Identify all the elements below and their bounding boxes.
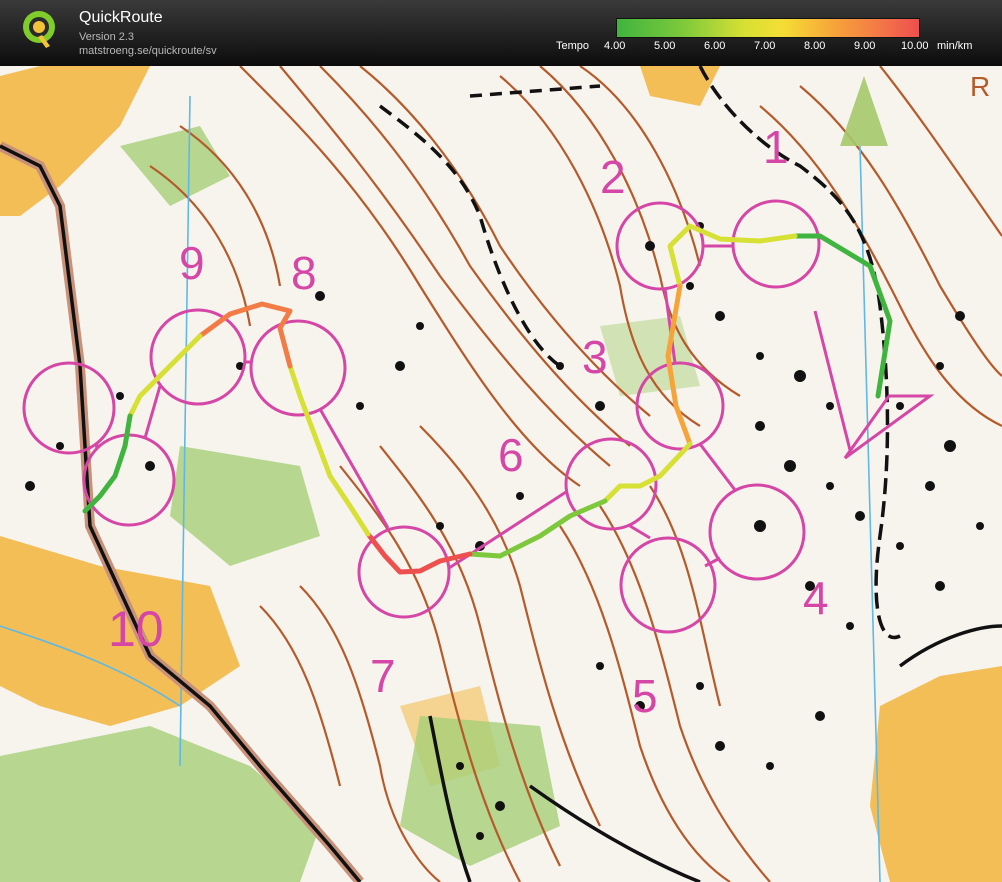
pace-tick: 7.00	[754, 40, 776, 52]
control-number-6: 6	[498, 429, 524, 481]
control-number-7: 7	[370, 650, 396, 702]
map-corner-letter: R	[970, 71, 990, 102]
control-number-9: 9	[179, 237, 205, 289]
quickroute-logo-icon	[23, 11, 55, 48]
pace-unit: min/km	[937, 40, 973, 52]
control-number-4: 4	[803, 572, 829, 624]
app-version: Version 2.3	[79, 31, 135, 43]
control-number-2: 2	[600, 151, 626, 203]
app-url: matstroeng.se/quickroute/sv	[79, 45, 217, 57]
pace-tick: 6.00	[704, 40, 726, 52]
header-bar: QuickRoute Version 2.3 matstroeng.se/qui…	[0, 0, 1002, 66]
pace-label: Tempo	[556, 40, 590, 52]
pace-tick: 5.00	[654, 40, 676, 52]
pace-tick: 8.00	[804, 40, 826, 52]
app-title: QuickRoute	[79, 9, 163, 26]
control-number-3: 3	[582, 331, 608, 383]
control-number-1: 1	[763, 121, 789, 173]
control-number-10: 10	[108, 601, 164, 657]
pace-tick: 9.00	[854, 40, 876, 52]
control-number-5: 5	[632, 670, 658, 722]
pace-tick: 4.00	[604, 40, 626, 52]
orienteering-map[interactable]: 1 2 3 4 5 6 7 8 9 10 R	[0, 66, 1002, 882]
pace-color-scale	[616, 18, 920, 38]
control-number-8: 8	[291, 247, 317, 299]
pace-tick: 10.00	[901, 40, 929, 52]
